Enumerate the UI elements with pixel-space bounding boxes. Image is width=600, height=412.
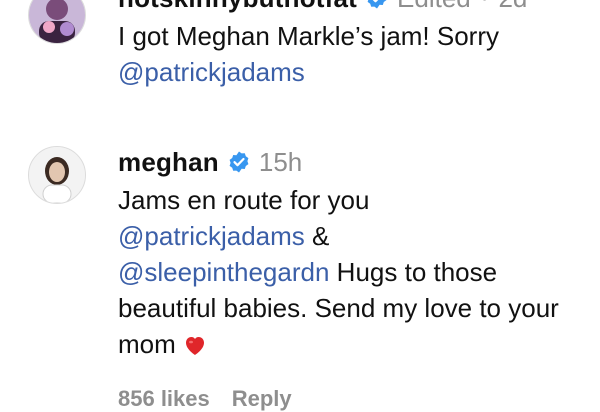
mention-patrickjadams[interactable]: @patrickjadams: [118, 57, 305, 87]
verified-badge-icon: [229, 151, 249, 173]
mention-sleepinthegardn[interactable]: @sleepinthegardn: [118, 257, 329, 287]
comment-text: Jams en route for you @patrickjadams & @…: [118, 182, 578, 362]
reply-button[interactable]: Reply: [232, 386, 292, 412]
comment-header: notskinnybutnotfat Edited • 2d: [118, 0, 578, 18]
comment-body: meghan 15h Jams en route for you @patric…: [118, 142, 578, 362]
comment-header: meghan 15h: [118, 142, 578, 182]
profile-photo-icon: [29, 147, 85, 203]
mention-patrickjadams[interactable]: @patrickjadams: [118, 221, 305, 251]
profile-photo-icon: [29, 0, 85, 43]
comment-text-line1: Jams en route for you: [118, 185, 370, 215]
timestamp[interactable]: 15h: [259, 147, 302, 178]
avatar-meghan[interactable]: [28, 146, 86, 204]
comment-body: notskinnybutnotfat Edited • 2d I got Meg…: [118, 0, 578, 90]
edited-label: Edited: [397, 0, 471, 14]
avatar-notskinnybutnotfat[interactable]: [28, 0, 86, 44]
comment-text: I got Meghan Markle’s jam! Sorry @patric…: [118, 18, 578, 90]
comment-actions: 856 likes Reply: [118, 386, 292, 412]
timestamp[interactable]: 2d: [498, 0, 527, 14]
likes-count[interactable]: 856 likes: [118, 386, 210, 412]
separator-dot: •: [481, 0, 489, 11]
verified-badge-icon: [367, 0, 387, 9]
ampersand: &: [312, 221, 330, 251]
username[interactable]: meghan: [118, 147, 219, 178]
red-heart-icon: [186, 337, 205, 355]
username[interactable]: notskinnybutnotfat: [118, 0, 357, 14]
comment-text-content: I got Meghan Markle’s jam! Sorry: [118, 21, 499, 51]
